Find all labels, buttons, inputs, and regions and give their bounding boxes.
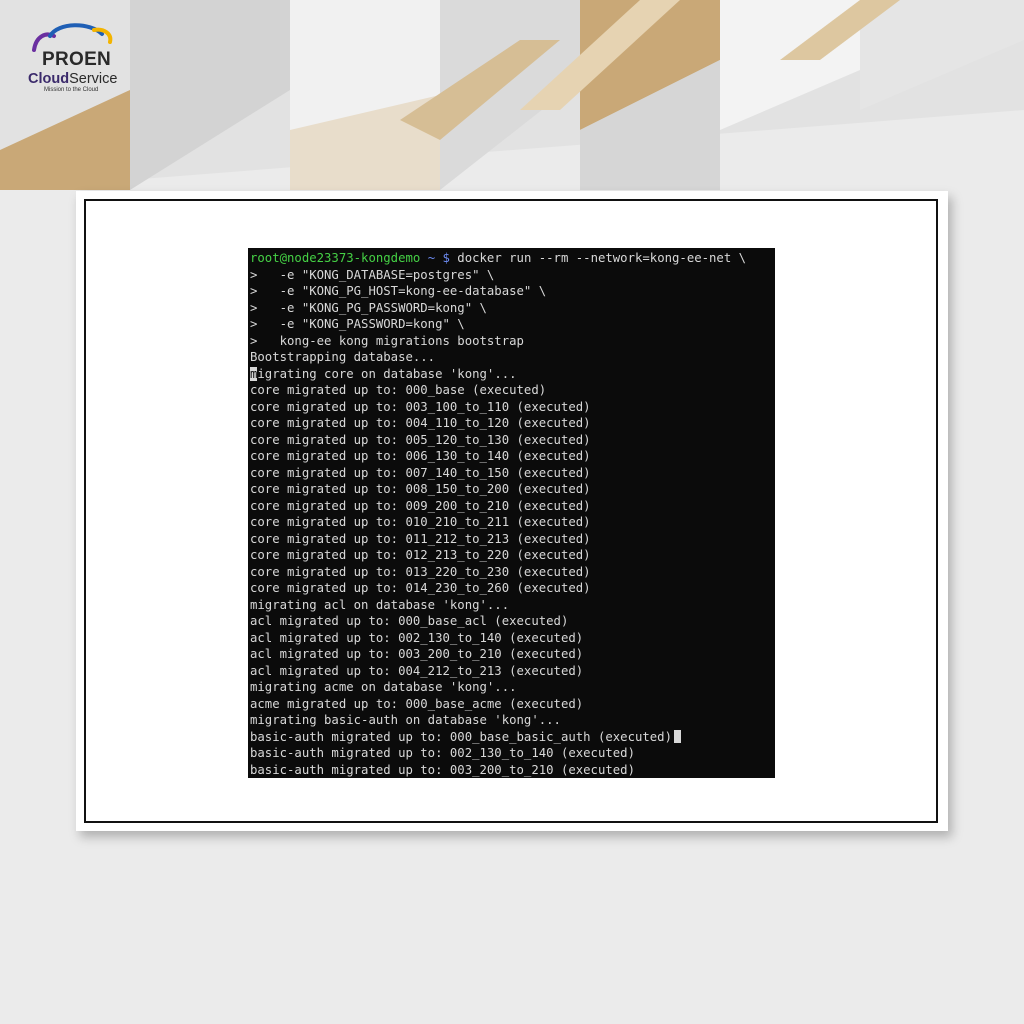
output-line: acl migrated up to: 003_200_to_210 (exec…: [250, 647, 584, 661]
output-line: basic-auth migrated up to: 000_base_basi…: [250, 729, 746, 746]
output-line: migrating acl on database 'kong'...: [250, 597, 510, 612]
output-line: core migrated up to: 000_base (executed): [250, 383, 547, 397]
terminal-cursor: [674, 729, 681, 743]
prompt-user: root@node23373-kongdemo: [250, 251, 421, 265]
output-line: core migrated up to: 006_130_to_140 (exe…: [250, 449, 591, 463]
output-line: acme migrated up to: 000_base_acme (exec…: [250, 696, 584, 711]
output-line: core migrated up to: 005_120_to_130 (exe…: [250, 432, 591, 447]
output-line: core migrated up to: 014_230_to_260 (exe…: [250, 581, 591, 595]
output-line: migrating core on database 'kong'...: [250, 366, 746, 383]
output-text: igrating core on database 'kong'...: [257, 366, 517, 381]
output-line: core migrated up to: 011_212_to_213 (exe…: [250, 531, 591, 546]
output-line: acl migrated up to: 002_130_to_140 (exec…: [250, 630, 584, 645]
continuation-line: > -e "KONG_PG_PASSWORD=kong" \: [250, 300, 487, 315]
continuation-line: > -e "KONG_PASSWORD=kong" \: [250, 317, 465, 331]
command-text: docker run --rm --network=kong-ee-net \: [449, 251, 747, 265]
output-line: migrating basic-auth on database 'kong'.…: [250, 713, 561, 727]
logo-subtitle-bold: Cloud: [28, 71, 70, 87]
prompt-path: ~ $: [427, 251, 450, 265]
logo-brand-text: PROEN: [42, 49, 112, 70]
logo-subtitle-rest: Service: [69, 71, 118, 87]
output-line: core migrated up to: 007_140_to_150 (exe…: [250, 465, 591, 480]
cloud-arc-icon: [32, 23, 113, 52]
output-line: core migrated up to: 003_100_to_110 (exe…: [250, 399, 591, 414]
output-line: core migrated up to: 010_210_to_211 (exe…: [250, 515, 591, 529]
output-line: core migrated up to: 009_200_to_210 (exe…: [250, 498, 591, 513]
continuation-line: > -e "KONG_DATABASE=postgres" \: [250, 267, 495, 282]
output-line: acl migrated up to: 004_212_to_213 (exec…: [250, 663, 584, 678]
output-text: basic-auth migrated up to: 000_base_basi…: [250, 729, 672, 744]
logo-subtitle: CloudService: [28, 72, 117, 87]
terminal-output: root@node23373-kongdemo ~ $ docker run -…: [250, 250, 746, 778]
output-line: core migrated up to: 013_220_to_230 (exe…: [250, 564, 591, 579]
proen-logo: PROEN CloudService Mission to the Cloud: [28, 20, 138, 93]
terminal-window[interactable]: root@node23373-kongdemo ~ $ docker run -…: [248, 248, 775, 778]
output-line: acl migrated up to: 000_base_acl (execut…: [250, 614, 569, 628]
output-line: core migrated up to: 004_110_to_120 (exe…: [250, 416, 591, 430]
continuation-line: > kong-ee kong migrations bootstrap: [250, 333, 524, 348]
logo-tagline: Mission to the Cloud: [44, 87, 99, 93]
command-line: root@node23373-kongdemo ~ $ docker run -…: [250, 250, 746, 267]
output-line: Bootstrapping database...: [250, 350, 436, 364]
output-line: core migrated up to: 008_150_to_200 (exe…: [250, 482, 591, 496]
output-line: basic-auth migrated up to: 003_200_to_21…: [250, 762, 635, 777]
output-line: basic-auth migrated up to: 002_130_to_14…: [250, 746, 635, 760]
output-line: migrating acme on database 'kong'...: [250, 680, 517, 694]
continuation-line: > -e "KONG_PG_HOST=kong-ee-database" \: [250, 284, 547, 298]
output-line: core migrated up to: 012_213_to_220 (exe…: [250, 548, 591, 562]
